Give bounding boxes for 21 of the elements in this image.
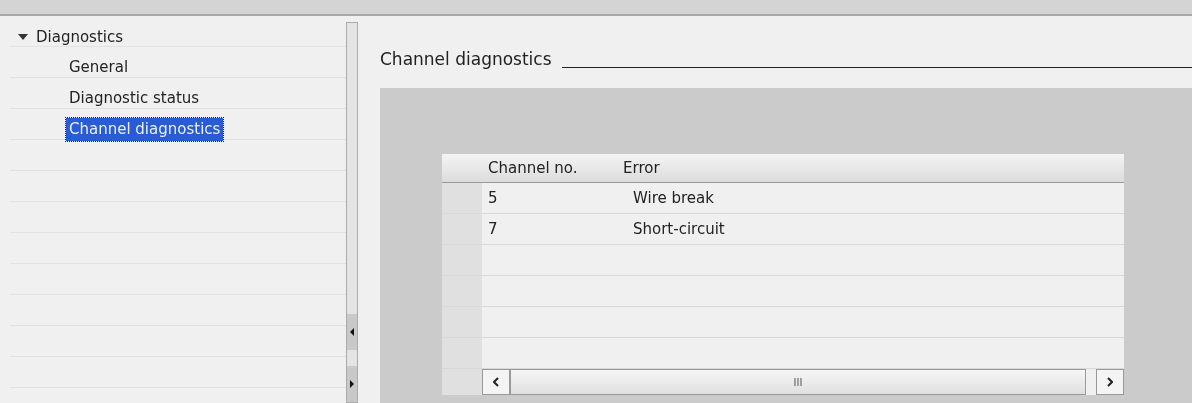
- scroll-right-button[interactable]: [1096, 369, 1124, 395]
- scroll-left-button[interactable]: [347, 314, 357, 350]
- table-cell-text: Wire break: [632, 187, 715, 209]
- scrollbar-thumb[interactable]: III: [510, 369, 1086, 395]
- caret-icon: [18, 33, 28, 41]
- tree-item[interactable]: Diagnostic status: [66, 87, 203, 110]
- scroll-left-button[interactable]: [482, 369, 510, 395]
- chevron-right-icon: [1107, 377, 1113, 387]
- section-title: Channel diagnostics: [380, 47, 552, 71]
- chevron-left-icon: [493, 377, 499, 387]
- column-header[interactable]: Channel no.: [482, 154, 619, 182]
- left-arrow-icon: [350, 328, 354, 336]
- right-arrow-icon: [350, 380, 354, 388]
- column-header[interactable]: Error: [619, 154, 1124, 182]
- tree-item[interactable]: Diagnostics: [10, 22, 346, 52]
- table-cell-text: 7: [487, 218, 499, 240]
- tree-item[interactable]: Channel diagnostics: [66, 118, 224, 141]
- scroll-right-button[interactable]: [347, 366, 357, 402]
- table-cell-text: 5: [487, 187, 499, 209]
- table-cell-text: Short-circuit: [632, 218, 726, 240]
- tree-item[interactable]: General: [66, 56, 132, 79]
